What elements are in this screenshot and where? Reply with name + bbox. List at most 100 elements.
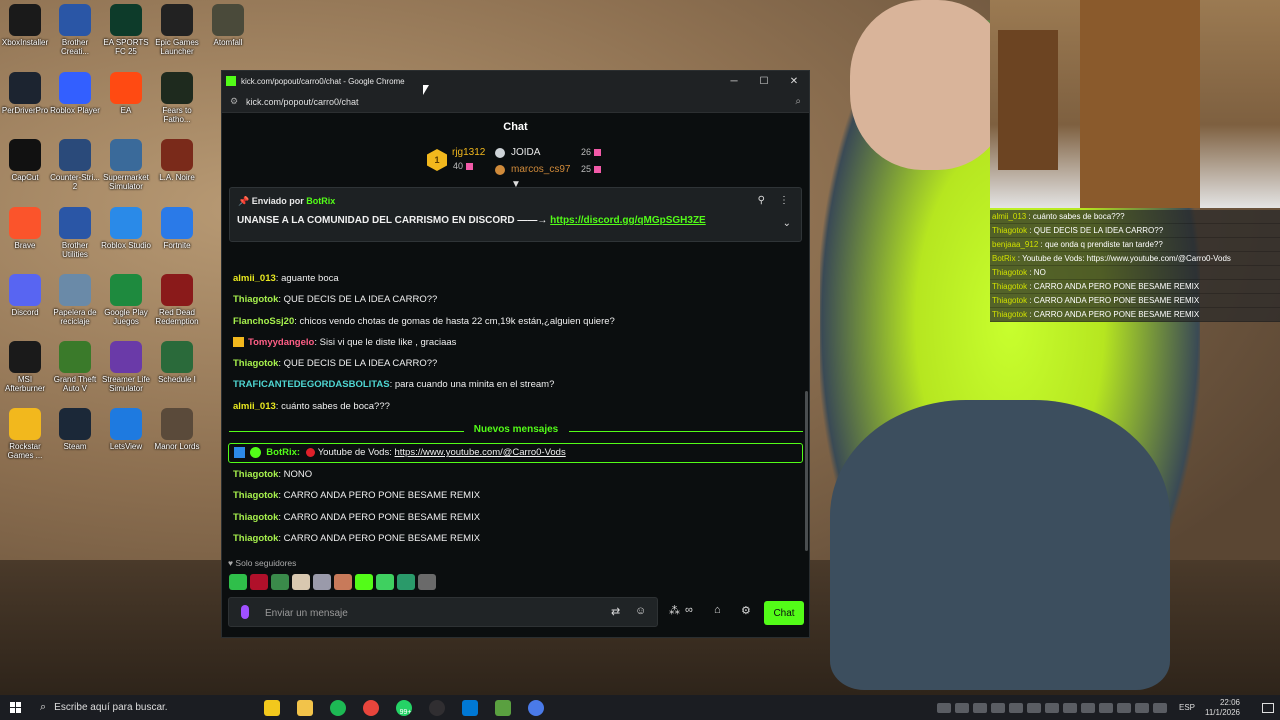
emote-icon[interactable] — [229, 574, 247, 590]
more-options-icon[interactable]: ⋮ — [779, 195, 789, 206]
close-button[interactable]: ✕ — [779, 76, 809, 87]
window-titlebar[interactable]: kick.com/popout/carro0/chat - Google Chr… — [222, 71, 809, 91]
desktop-shortcut[interactable]: XboxInstaller — [0, 4, 50, 47]
taskbar-minecraft[interactable] — [486, 695, 519, 720]
emote-icon[interactable] — [334, 574, 352, 590]
desktop-shortcut[interactable]: Manor Lords — [152, 408, 202, 451]
leaderboard-third-name[interactable]: marcos_cs97 — [511, 164, 570, 175]
desktop-shortcut[interactable]: Atomfall — [203, 4, 253, 47]
taskbar-obs[interactable] — [420, 695, 453, 720]
desktop-shortcut[interactable]: Epic Games Launcher — [152, 4, 202, 56]
desktop-shortcut[interactable]: Rockstar Games ... — [0, 408, 50, 460]
desktop-shortcut[interactable]: L.A. Noire — [152, 139, 202, 182]
desktop-shortcut[interactable]: Fears to Fatho... — [152, 72, 202, 124]
desktop-shortcut[interactable]: Steam — [50, 408, 100, 451]
taskbar-file-explorer[interactable] — [288, 695, 321, 720]
desktop-shortcut[interactable]: Grand Theft Auto V — [50, 341, 100, 393]
chevron-down-icon[interactable]: ⌄ — [783, 218, 791, 229]
settings-gear-icon[interactable]: ⚙ — [741, 604, 751, 617]
desktop-shortcut[interactable]: Red Dead Redemption — [152, 274, 202, 326]
tray-icon[interactable] — [1026, 702, 1041, 713]
taskbar-spotify[interactable] — [321, 695, 354, 720]
chat-username[interactable]: FlanchoSsj20 — [233, 316, 294, 327]
desktop-shortcut[interactable]: MSI Afterburner — [0, 341, 50, 393]
chat-scrollbar[interactable] — [805, 391, 808, 551]
taskbar-chrome-active[interactable] — [519, 695, 552, 720]
emote-icon[interactable] — [313, 574, 331, 590]
tray-icon[interactable] — [1098, 702, 1113, 713]
emote-icon[interactable] — [250, 574, 268, 590]
desktop-shortcut[interactable]: EA — [101, 72, 151, 115]
wifi-icon[interactable] — [1116, 702, 1131, 713]
taskbar-store[interactable] — [453, 695, 486, 720]
desktop-shortcut[interactable]: Google Play Juegos — [101, 274, 151, 326]
desktop-shortcut[interactable]: Streamer Life Simulator — [101, 341, 151, 393]
tray-icon[interactable] — [1080, 702, 1095, 713]
tray-icon[interactable] — [1044, 702, 1059, 713]
chat-username[interactable]: almii_013 — [233, 401, 276, 412]
chat-username[interactable]: Thiagotok — [233, 294, 278, 305]
address-url[interactable]: kick.com/popout/carro0/chat — [246, 97, 795, 107]
message-input[interactable] — [265, 604, 595, 622]
emote-icon[interactable] — [292, 574, 310, 590]
desktop-shortcut[interactable]: Brother Utilities — [50, 207, 100, 259]
bot-message-user[interactable]: BotRix — [266, 447, 297, 458]
send-chat-button[interactable]: Chat — [764, 601, 804, 625]
taskbar-whatsapp[interactable]: 99+ — [387, 695, 420, 720]
desktop-shortcut[interactable]: LetsView — [101, 408, 151, 451]
desktop-shortcut[interactable]: Supermarket Simulator — [101, 139, 151, 191]
taskbar-copilot[interactable] — [255, 695, 288, 720]
tray-icon[interactable] — [936, 702, 951, 713]
microphone-icon[interactable] — [241, 605, 249, 619]
chat-username[interactable]: Thiagotok — [233, 358, 278, 369]
tray-icon[interactable] — [1062, 702, 1077, 713]
emote-icon[interactable] — [355, 574, 373, 590]
chat-username[interactable]: TRAFICANTEDEGORDASBOLITAS — [233, 379, 390, 390]
emote-icon[interactable] — [397, 574, 415, 590]
desktop-shortcut[interactable]: Roblox Studio — [101, 207, 151, 250]
desktop-shortcut[interactable]: Papelera de reciclaje — [50, 274, 100, 326]
minimize-button[interactable]: ─ — [719, 76, 749, 87]
desktop-shortcut[interactable]: Roblox Player — [50, 72, 100, 115]
chat-username[interactable]: Thiagotok — [233, 533, 278, 544]
emote-icon[interactable] — [376, 574, 394, 590]
tray-icon[interactable] — [1008, 702, 1023, 713]
address-bar[interactable]: ⚙ kick.com/popout/carro0/chat ⌕ — [222, 91, 809, 113]
maximize-button[interactable]: ☐ — [749, 76, 779, 87]
chat-username[interactable]: almii_013 — [233, 273, 276, 284]
zoom-icon[interactable]: ⌕ — [795, 96, 801, 107]
chat-username[interactable]: Tomyydangelo — [248, 337, 314, 348]
emote-icon[interactable] — [418, 574, 436, 590]
pinned-bot-name[interactable]: BotRix — [306, 196, 335, 206]
pinned-message[interactable]: 📌 Enviado por BotRix UNANSE A LA COMUNID… — [229, 187, 802, 242]
desktop-shortcut[interactable]: PerDriverPro — [0, 72, 50, 115]
translate-icon[interactable]: ⇄ — [611, 605, 620, 618]
pinned-discord-link[interactable]: https://discord.gg/qMGpSGH3ZE — [550, 215, 706, 226]
desktop-shortcut[interactable]: Schedule I — [152, 341, 202, 384]
start-button[interactable] — [0, 695, 30, 720]
gift-subs-icon[interactable]: ⁂ — [669, 604, 680, 617]
site-info-icon[interactable]: ⚙ — [230, 96, 246, 107]
clock[interactable]: 22:06 11/1/2026 — [1205, 698, 1240, 718]
message-input-bar[interactable]: ⇄ ☺ — [228, 597, 658, 627]
pin-icon[interactable]: ⚲ — [758, 195, 765, 206]
emoji-icon[interactable]: ☺ — [635, 605, 646, 617]
input-language[interactable]: ESP — [1179, 703, 1195, 712]
desktop-shortcut[interactable]: Brave — [0, 207, 50, 250]
desktop-shortcut[interactable]: EA SPORTS FC 25 — [101, 4, 151, 56]
battery-icon[interactable] — [1152, 702, 1167, 713]
desktop-shortcut[interactable]: Fortnite — [152, 207, 202, 250]
desktop-shortcut[interactable]: Brother Creati... — [50, 4, 100, 56]
desktop-shortcut[interactable]: CapCut — [0, 139, 50, 182]
chat-username[interactable]: Thiagotok — [233, 490, 278, 501]
taskbar-chrome[interactable] — [354, 695, 387, 720]
chat-username[interactable]: Thiagotok — [233, 469, 278, 480]
tray-icon[interactable] — [972, 702, 987, 713]
chat-username[interactable]: Thiagotok — [233, 512, 278, 523]
desktop-shortcut[interactable]: Discord — [0, 274, 50, 317]
emote-icon[interactable] — [271, 574, 289, 590]
tray-icon[interactable] — [990, 702, 1005, 713]
taskbar-search[interactable]: ⌕ Escribe aquí para buscar. — [30, 695, 255, 720]
youtube-link[interactable]: https://www.youtube.com/@Carro0-Vods — [395, 447, 566, 458]
notifications-icon[interactable] — [1262, 702, 1274, 713]
